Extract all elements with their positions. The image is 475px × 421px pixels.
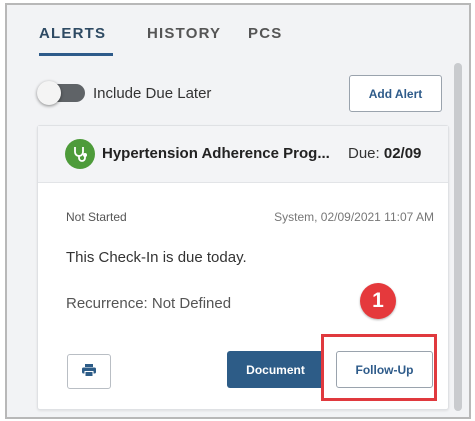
tab-alerts[interactable]: ALERTS <box>39 25 106 42</box>
alert-status: Not Started <box>66 210 127 224</box>
scrollbar[interactable] <box>454 63 462 411</box>
active-tab-indicator <box>39 53 113 56</box>
toggle-knob <box>37 81 61 105</box>
due-label: Due: <box>348 145 380 162</box>
alert-message: This Check-In is due today. <box>66 249 247 266</box>
callout-highlight-box <box>321 334 437 401</box>
alert-recurrence: Recurrence: Not Defined <box>66 295 232 312</box>
tab-history[interactable]: HISTORY <box>147 25 221 42</box>
add-alert-button[interactable]: Add Alert <box>349 75 442 112</box>
include-due-later-label: Include Due Later <box>93 85 212 102</box>
include-due-later-toggle[interactable] <box>37 81 85 105</box>
alert-created-info: System, 02/09/2021 11:07 AM <box>274 210 434 224</box>
due-date: 02/09 <box>383 145 422 162</box>
callout-number-badge: 1 <box>360 283 396 319</box>
due-info: Due: 02/09 <box>348 145 421 162</box>
alert-title: Hypertension Adherence Prog... <box>102 145 330 162</box>
print-button[interactable] <box>67 354 111 389</box>
printer-icon <box>82 363 96 380</box>
document-button[interactable]: Document <box>227 351 324 388</box>
tab-pcs[interactable]: PCS <box>248 25 282 42</box>
alert-card-header[interactable]: Hypertension Adherence Prog... Due: 02/0… <box>38 126 448 183</box>
stethoscope-icon <box>65 139 95 169</box>
tab-bar: ALERTS HISTORY PCS <box>7 5 469 57</box>
